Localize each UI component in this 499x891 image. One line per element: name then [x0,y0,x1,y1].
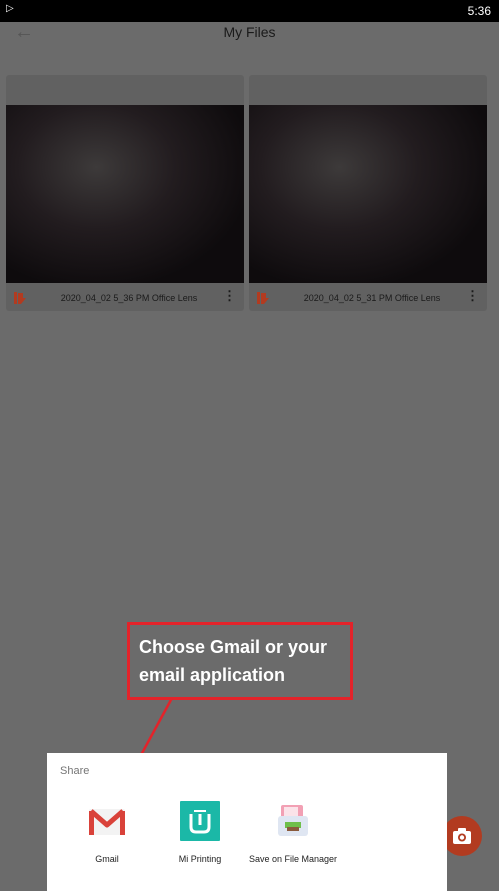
file-card[interactable]: 2020_04_02 5_36 PM Office Lens ⋮ [6,75,244,311]
camera-icon [453,828,471,844]
mi-printing-icon [180,801,220,841]
more-options-icon[interactable]: ⋮ [223,289,236,302]
callout-text: Choose Gmail or your email application [139,637,328,685]
file-manager-icon [278,805,308,836]
share-title: Share [60,765,90,777]
instruction-callout: Choose Gmail or your email application [127,622,353,700]
share-option-label: Save on File Manager [248,854,338,864]
status-time: 5:36 [467,4,491,18]
share-sheet: Share Gmail Mi Printing Save on File Man… [47,753,447,891]
camera-fab[interactable] [442,816,482,856]
more-options-icon[interactable]: ⋮ [466,289,479,302]
file-thumbnail[interactable] [249,105,487,283]
play-notification-icon: ▷ [6,3,14,14]
pdf-file-icon [14,292,26,304]
app-bar: ← My Files [0,22,499,66]
status-bar: ▷ 5:36 [0,0,499,22]
file-name: 2020_04_02 5_36 PM Office Lens [60,293,198,303]
file-name: 2020_04_02 5_31 PM Office Lens [303,293,441,303]
file-card[interactable]: 2020_04_02 5_31 PM Office Lens ⋮ [249,75,487,311]
file-thumbnail[interactable] [6,105,244,283]
pdf-file-icon [257,292,269,304]
page-title: My Files [223,24,276,40]
gmail-icon [89,809,125,835]
share-option-file-manager[interactable]: Save on File Manager [238,801,348,881]
